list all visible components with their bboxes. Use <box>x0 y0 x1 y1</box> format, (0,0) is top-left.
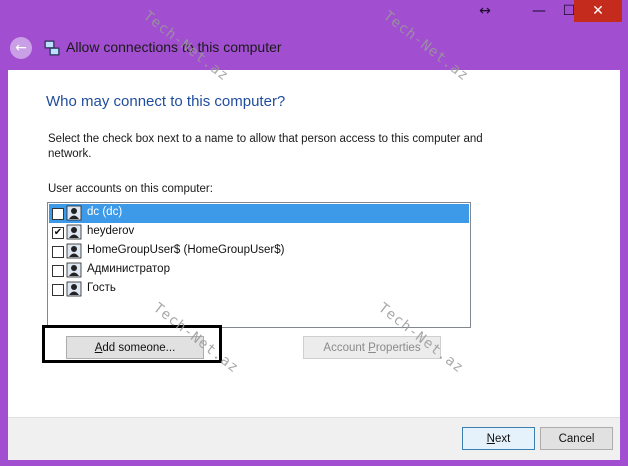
user-name: heyderov <box>87 225 135 237</box>
user-row[interactable]: dc (dc) <box>49 204 469 223</box>
user-row[interactable]: ✔ heyderov <box>49 223 469 242</box>
title-bar[interactable]: ↔ — ☐ ✕ <box>0 0 628 28</box>
user-row[interactable]: Администратор <box>49 261 469 280</box>
user-accounts-list[interactable]: dc (dc) ✔ heyderov HomeGroupUser$ (HomeGrou… <box>47 202 471 328</box>
user-name: HomeGroupUser$ (HomeGroupUser$) <box>87 244 285 256</box>
button-bar: Next Cancel <box>8 417 620 460</box>
user-icon <box>66 205 82 221</box>
cancel-button[interactable]: Cancel <box>540 427 613 450</box>
dialog-window: ↔ — ☐ ✕ ← Allow connections to this comp… <box>0 0 628 466</box>
content-panel: Who may connect to this computer? Select… <box>8 70 620 417</box>
user-row[interactable]: Гость <box>49 280 469 299</box>
user-name: Гость <box>87 282 116 294</box>
user-checkbox[interactable] <box>52 265 64 277</box>
user-checkbox[interactable] <box>52 208 64 220</box>
next-button[interactable]: Next <box>462 427 535 450</box>
user-checkbox[interactable] <box>52 246 64 258</box>
user-row[interactable]: HomeGroupUser$ (HomeGroupUser$) <box>49 242 469 261</box>
user-name: dc (dc) <box>87 206 123 218</box>
user-name: Администратор <box>87 263 170 275</box>
user-icon <box>66 243 82 259</box>
user-checkbox[interactable]: ✔ <box>52 227 64 239</box>
back-arrow-icon[interactable]: ← <box>10 37 32 59</box>
user-icon <box>66 262 82 278</box>
page-heading: Who may connect to this computer? <box>46 93 286 110</box>
resize-arrows-icon[interactable]: ↔ <box>460 0 510 22</box>
instruction-text: Select the check box next to a name to a… <box>48 133 483 160</box>
user-icon <box>66 281 82 297</box>
close-button[interactable]: ✕ <box>574 0 622 22</box>
user-checkbox[interactable] <box>52 284 64 296</box>
wizard-header: ← Allow connections to this computer <box>0 28 628 70</box>
user-icon <box>66 224 82 240</box>
user-list-label: User accounts on this computer: <box>48 183 213 195</box>
network-computer-icon <box>44 40 60 56</box>
